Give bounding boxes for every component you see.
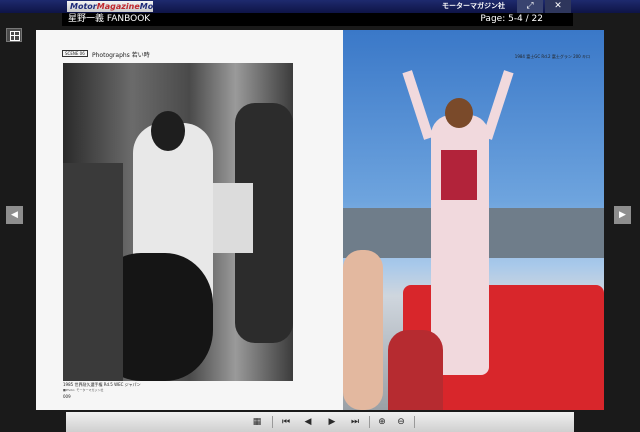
maximize-icon[interactable]: ⤢: [517, 0, 543, 13]
scene-title: Photographs 若い時: [92, 52, 150, 59]
close-icon[interactable]: ✕: [545, 0, 571, 13]
last-page-icon[interactable]: ⏭: [348, 415, 362, 429]
page-number: 009: [63, 394, 71, 399]
scene-label: SCENE 06: [62, 50, 88, 57]
right-page: 1984 富士GC Rd.2 富士グラン 200 キロ: [343, 30, 604, 410]
toolbar-divider: [272, 416, 273, 428]
toolbar-divider: [414, 416, 415, 428]
zoom-in-icon[interactable]: ⊕: [375, 415, 389, 429]
left-photo-credit: ■Photo: モーターマガジン社: [63, 388, 104, 392]
color-photo-driver-victory: [343, 30, 604, 410]
brand-accent: Magazine: [96, 2, 140, 11]
prev-page-icon[interactable]: ◀: [301, 415, 315, 429]
toolbar-divider: [369, 416, 370, 428]
thumbnail-panel-icon[interactable]: [6, 28, 22, 42]
next-page-button[interactable]: ▶: [614, 206, 631, 224]
bottom-toolbar: ▦ ⏮ ◀ ▶ ⏭ ⊕ ⊖: [66, 412, 574, 432]
bw-photo-driver-with-tyres: [63, 63, 293, 381]
brand-suffix: Mook: [139, 2, 153, 11]
brand-logo: MotorMagazineMook: [67, 1, 153, 12]
title-bar: 星野一義 FANBOOK Page: 5-4 / 22: [62, 13, 573, 26]
grid-view-icon[interactable]: ▦: [250, 415, 264, 429]
book-spread[interactable]: SCENE 06 Photographs 若い時 1985 世界耐久選手権 Rd…: [36, 30, 604, 410]
first-page-icon[interactable]: ⏮: [279, 415, 293, 429]
top-bar: MotorMagazineMook モーターマガジン社 ⤢ ✕: [0, 0, 640, 13]
next-page-icon[interactable]: ▶: [325, 415, 339, 429]
page-indicator: Page: 5-4 / 22: [480, 14, 543, 24]
book-title: 星野一義 FANBOOK: [68, 14, 151, 24]
publisher-logo: モーターマガジン社: [442, 2, 505, 10]
zoom-out-icon[interactable]: ⊖: [394, 415, 408, 429]
brand-prefix: Motor: [70, 2, 97, 11]
previous-page-button[interactable]: ◀: [6, 206, 23, 224]
left-page: SCENE 06 Photographs 若い時 1985 世界耐久選手権 Rd…: [36, 30, 343, 410]
